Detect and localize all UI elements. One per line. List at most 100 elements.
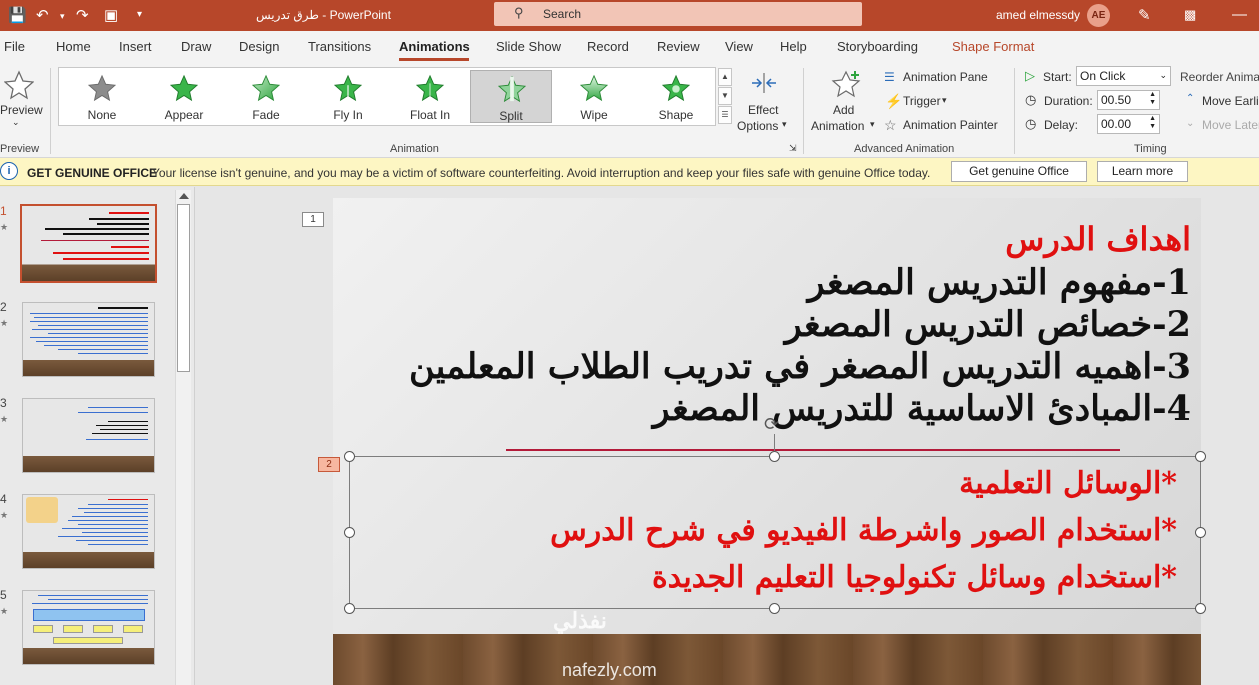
slide-title[interactable]: اهداف الدرس (1005, 220, 1191, 258)
tab-animations[interactable]: Animations (399, 39, 470, 54)
duration-spinner-icon[interactable]: ▲ ▼ (1149, 91, 1156, 107)
duration-input[interactable]: 00.50 ▲ ▼ (1097, 90, 1160, 110)
preview-button[interactable]: Preview (0, 103, 43, 117)
gallery-more-button[interactable]: ☰ (718, 106, 732, 124)
add-animation-label-2[interactable]: Animation (811, 119, 864, 133)
save-icon[interactable]: 💾 (8, 6, 27, 24)
slide-divider-line (506, 449, 1120, 451)
slide-point-1[interactable]: 1-مفهوم التدريس المصغر (808, 262, 1191, 303)
tab-storyboarding[interactable]: Storyboarding (837, 39, 918, 54)
get-genuine-office-button[interactable]: Get genuine Office (951, 161, 1087, 182)
gallery-scroll-up[interactable]: ▲ (718, 68, 732, 86)
animation-wipe[interactable]: Wipe (553, 70, 635, 123)
resize-handle-l[interactable] (344, 527, 355, 538)
animation-painter-button[interactable]: Animation Painter (903, 118, 998, 132)
animation-order-tag-2[interactable]: 2 (318, 457, 340, 472)
slide-point-2[interactable]: 2-خصائص التدريس المصغر (785, 304, 1191, 345)
move-earlier-button[interactable]: Move Earlier (1202, 94, 1259, 108)
preview-dropdown-icon[interactable]: ⌄ (12, 117, 20, 128)
redo-icon[interactable]: ↷ (76, 6, 89, 24)
start-from-beginning-icon[interactable]: ▣ (104, 6, 118, 24)
tab-transitions[interactable]: Transitions (308, 39, 371, 54)
trigger-icon[interactable]: ⚡ (885, 93, 902, 110)
resize-handle-b[interactable] (769, 603, 780, 614)
slide-canvas[interactable]: اهداف الدرس 1-مفهوم التدريس المصغر 2-خصا… (333, 198, 1201, 685)
start-dropdown-icon[interactable]: ⌄ (1159, 70, 1167, 81)
preview-star-icon[interactable] (4, 70, 34, 100)
effect-options-label-2[interactable]: Options (737, 119, 778, 133)
resize-handle-tr[interactable] (1195, 451, 1206, 462)
animation-float-in[interactable]: Float In (389, 70, 471, 123)
resize-handle-tl[interactable] (344, 451, 355, 462)
selected-textbox-frame[interactable] (349, 456, 1201, 609)
minimize-icon[interactable]: — (1232, 6, 1247, 23)
slide-point-4[interactable]: 4-المبادئ الاساسية للتدريس المصغر (653, 388, 1191, 429)
slide-thumbnail-4[interactable] (22, 494, 155, 569)
tab-view[interactable]: View (725, 39, 753, 54)
tab-record[interactable]: Record (587, 39, 629, 54)
effect-options-label-1[interactable]: Effect (748, 103, 778, 117)
tab-draw[interactable]: Draw (181, 39, 211, 54)
learn-more-button[interactable]: Learn more (1097, 161, 1188, 182)
ribbon-display-icon[interactable]: ▩ (1184, 7, 1196, 23)
tab-slide-show[interactable]: Slide Show (496, 39, 561, 54)
move-earlier-icon[interactable]: ⌃ (1186, 93, 1194, 104)
scroll-up-icon[interactable] (179, 193, 189, 199)
undo-icon[interactable]: ↶ (36, 6, 49, 24)
animation-shape[interactable]: Shape (635, 70, 717, 123)
resize-handle-r[interactable] (1195, 527, 1206, 538)
star-gray-icon (88, 74, 116, 102)
group-separator (1014, 68, 1015, 154)
tab-file[interactable]: File (4, 39, 25, 54)
animation-none[interactable]: None (61, 70, 143, 123)
delay-spinner-icon[interactable]: ▲ ▼ (1149, 115, 1156, 131)
gallery-scroll-down[interactable]: ▼ (718, 87, 732, 105)
animation-pane-icon[interactable]: ☰ (884, 70, 895, 84)
start-label: Start: (1043, 70, 1072, 84)
resize-handle-t[interactable] (769, 451, 780, 462)
animation-group-label: Animation (390, 143, 439, 155)
animation-split[interactable]: Split (470, 70, 552, 123)
trigger-dropdown-icon[interactable]: ▾ (942, 95, 947, 106)
star-split-icon (498, 75, 526, 103)
slide-thumbnail-5[interactable] (22, 590, 155, 665)
tab-help[interactable]: Help (780, 39, 807, 54)
effect-options-dropdown-icon[interactable]: ▾ (782, 119, 787, 130)
add-animation-dropdown-icon[interactable]: ▾ (870, 119, 875, 130)
animation-painter-icon[interactable]: ☆ (884, 117, 897, 134)
slide-thumbnail-2[interactable] (22, 302, 155, 377)
trigger-button[interactable]: Trigger (903, 94, 941, 108)
search-box[interactable]: ⚲ Search (494, 2, 862, 26)
rotate-handle-icon[interactable]: ⟳ (764, 414, 779, 435)
effect-options-icon[interactable] (750, 70, 778, 96)
thumb-animation-icon: ★ (0, 318, 9, 328)
customize-qat-icon[interactable]: ▾ (137, 9, 142, 20)
designer-pen-icon[interactable]: ✎ (1138, 6, 1151, 24)
avatar[interactable]: AE (1087, 4, 1110, 27)
animation-pane-button[interactable]: Animation Pane (903, 70, 988, 84)
animation-fade[interactable]: Fade (225, 70, 307, 123)
add-animation-label-1[interactable]: Add (833, 103, 854, 117)
user-name[interactable]: amed elmessdy (996, 8, 1080, 22)
slide-point-3[interactable]: 3-اهميه التدريس المصغر في تدريب الطلاب ا… (409, 346, 1191, 387)
resize-handle-br[interactable] (1195, 603, 1206, 614)
delay-input[interactable]: 00.00 ▲ ▼ (1097, 114, 1160, 134)
tab-home[interactable]: Home (56, 39, 91, 54)
tab-shape-format[interactable]: Shape Format (952, 39, 1034, 54)
undo-dropdown-icon[interactable]: ▾ (60, 11, 65, 22)
thumb-animation-icon: ★ (0, 414, 9, 424)
tab-insert[interactable]: Insert (119, 39, 152, 54)
tab-design[interactable]: Design (239, 39, 279, 54)
resize-handle-bl[interactable] (344, 603, 355, 614)
tab-review[interactable]: Review (657, 39, 700, 54)
slide-thumbnail-1[interactable] (20, 204, 157, 283)
animation-fly-in[interactable]: Fly In (307, 70, 389, 123)
add-animation-icon[interactable] (831, 69, 861, 99)
animation-dialog-launcher-icon[interactable]: ⇲ (789, 143, 797, 154)
slide-thumbnail-3[interactable] (22, 398, 155, 473)
thumbnail-scrollbar[interactable] (175, 190, 191, 685)
start-select[interactable]: On Click ⌄ (1076, 66, 1171, 86)
scrollbar-thumb[interactable] (177, 204, 190, 372)
animation-order-tag-1[interactable]: 1 (302, 212, 324, 227)
animation-appear[interactable]: Appear (143, 70, 225, 123)
